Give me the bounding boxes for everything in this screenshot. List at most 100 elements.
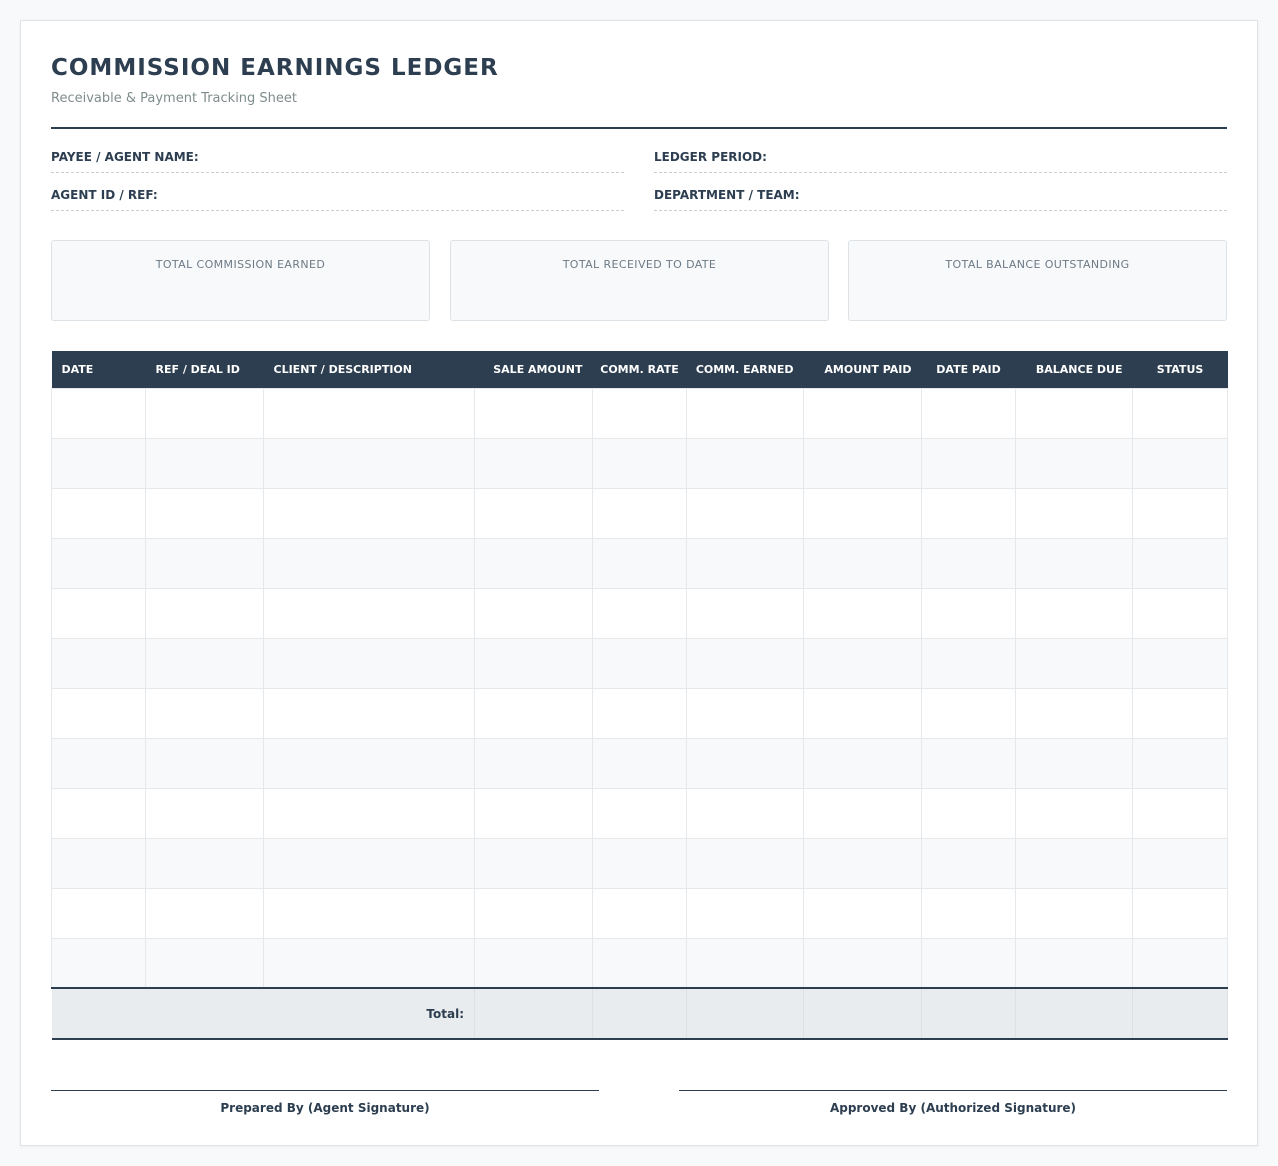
cell-sale-amount[interactable] (474, 687, 593, 739)
cell-comm-earned[interactable] (686, 737, 804, 789)
cell-balance-due[interactable] (1015, 687, 1133, 739)
cell-status[interactable] (1132, 937, 1228, 989)
cell-date-paid[interactable] (921, 687, 1016, 739)
cell-sale-amount[interactable] (474, 437, 593, 489)
cell-date-paid[interactable] (921, 787, 1016, 839)
cell-status[interactable] (1132, 537, 1228, 589)
cell-client-description[interactable] (263, 787, 475, 839)
cell-ref-deal-id[interactable] (145, 537, 264, 589)
total-amount-paid-cell[interactable] (803, 987, 922, 1040)
cell-client-description[interactable] (263, 937, 475, 989)
cell-balance-due[interactable] (1015, 937, 1133, 989)
cell-comm-earned[interactable] (686, 687, 804, 739)
cell-balance-due[interactable] (1015, 637, 1133, 689)
cell-client-description[interactable] (263, 537, 475, 589)
cell-ref-deal-id[interactable] (145, 687, 264, 739)
approved-by-signature-line[interactable]: Approved By (Authorized Signature) (679, 1090, 1227, 1115)
cell-comm-earned[interactable] (686, 937, 804, 989)
total-sale-amount-cell[interactable] (474, 987, 593, 1040)
cell-status[interactable] (1132, 637, 1228, 689)
total-balance-due-cell[interactable] (1015, 987, 1133, 1040)
total-comm-earned-cell[interactable] (686, 987, 804, 1040)
cell-sale-amount[interactable] (474, 537, 593, 589)
ledger-period-field[interactable]: LEDGER PERIOD: (654, 149, 1227, 173)
payee-name-field[interactable]: PAYEE / AGENT NAME: (51, 149, 624, 173)
total-comm-rate-cell[interactable] (592, 987, 687, 1040)
cell-date[interactable] (51, 437, 146, 489)
cell-comm-earned[interactable] (686, 387, 804, 439)
cell-comm-earned[interactable] (686, 637, 804, 689)
agent-id-field[interactable]: AGENT ID / REF: (51, 187, 624, 211)
cell-ref-deal-id[interactable] (145, 787, 264, 839)
cell-ref-deal-id[interactable] (145, 937, 264, 989)
cell-balance-due[interactable] (1015, 737, 1133, 789)
cell-amount-paid[interactable] (803, 737, 922, 789)
cell-sale-amount[interactable] (474, 787, 593, 839)
cell-date[interactable] (51, 737, 146, 789)
cell-status[interactable] (1132, 787, 1228, 839)
cell-amount-paid[interactable] (803, 437, 922, 489)
cell-comm-earned[interactable] (686, 587, 804, 639)
cell-balance-due[interactable] (1015, 387, 1133, 439)
department-team-field[interactable]: DEPARTMENT / TEAM: (654, 187, 1227, 211)
cell-date-paid[interactable] (921, 387, 1016, 439)
cell-date-paid[interactable] (921, 587, 1016, 639)
cell-comm-rate[interactable] (592, 787, 687, 839)
cell-comm-earned[interactable] (686, 437, 804, 489)
cell-date[interactable] (51, 587, 146, 639)
cell-sale-amount[interactable] (474, 937, 593, 989)
cell-amount-paid[interactable] (803, 687, 922, 739)
cell-client-description[interactable] (263, 637, 475, 689)
cell-status[interactable] (1132, 437, 1228, 489)
cell-date[interactable] (51, 787, 146, 839)
cell-status[interactable] (1132, 587, 1228, 639)
cell-date[interactable] (51, 687, 146, 739)
cell-comm-earned[interactable] (686, 837, 804, 889)
cell-balance-due[interactable] (1015, 587, 1133, 639)
cell-amount-paid[interactable] (803, 887, 922, 939)
cell-date-paid[interactable] (921, 537, 1016, 589)
cell-date[interactable] (51, 637, 146, 689)
cell-ref-deal-id[interactable] (145, 737, 264, 789)
cell-sale-amount[interactable] (474, 837, 593, 889)
cell-comm-rate[interactable] (592, 687, 687, 739)
cell-status[interactable] (1132, 887, 1228, 939)
cell-status[interactable] (1132, 487, 1228, 539)
cell-amount-paid[interactable] (803, 787, 922, 839)
cell-comm-earned[interactable] (686, 787, 804, 839)
cell-ref-deal-id[interactable] (145, 587, 264, 639)
cell-ref-deal-id[interactable] (145, 387, 264, 439)
cell-date-paid[interactable] (921, 837, 1016, 889)
cell-date-paid[interactable] (921, 487, 1016, 539)
cell-balance-due[interactable] (1015, 787, 1133, 839)
cell-amount-paid[interactable] (803, 537, 922, 589)
cell-amount-paid[interactable] (803, 487, 922, 539)
cell-comm-rate[interactable] (592, 487, 687, 539)
cell-sale-amount[interactable] (474, 387, 593, 439)
cell-amount-paid[interactable] (803, 587, 922, 639)
cell-sale-amount[interactable] (474, 887, 593, 939)
cell-client-description[interactable] (263, 487, 475, 539)
cell-client-description[interactable] (263, 837, 475, 889)
cell-client-description[interactable] (263, 737, 475, 789)
cell-client-description[interactable] (263, 437, 475, 489)
cell-date-paid[interactable] (921, 437, 1016, 489)
total-status-cell[interactable] (1132, 987, 1228, 1040)
cell-balance-due[interactable] (1015, 837, 1133, 889)
cell-comm-earned[interactable] (686, 487, 804, 539)
cell-ref-deal-id[interactable] (145, 837, 264, 889)
cell-ref-deal-id[interactable] (145, 437, 264, 489)
cell-sale-amount[interactable] (474, 637, 593, 689)
cell-status[interactable] (1132, 687, 1228, 739)
cell-client-description[interactable] (263, 587, 475, 639)
cell-comm-rate[interactable] (592, 837, 687, 889)
cell-balance-due[interactable] (1015, 887, 1133, 939)
cell-comm-rate[interactable] (592, 937, 687, 989)
cell-ref-deal-id[interactable] (145, 487, 264, 539)
cell-amount-paid[interactable] (803, 937, 922, 989)
cell-client-description[interactable] (263, 387, 475, 439)
cell-date-paid[interactable] (921, 737, 1016, 789)
cell-client-description[interactable] (263, 887, 475, 939)
cell-ref-deal-id[interactable] (145, 887, 264, 939)
cell-client-description[interactable] (263, 687, 475, 739)
